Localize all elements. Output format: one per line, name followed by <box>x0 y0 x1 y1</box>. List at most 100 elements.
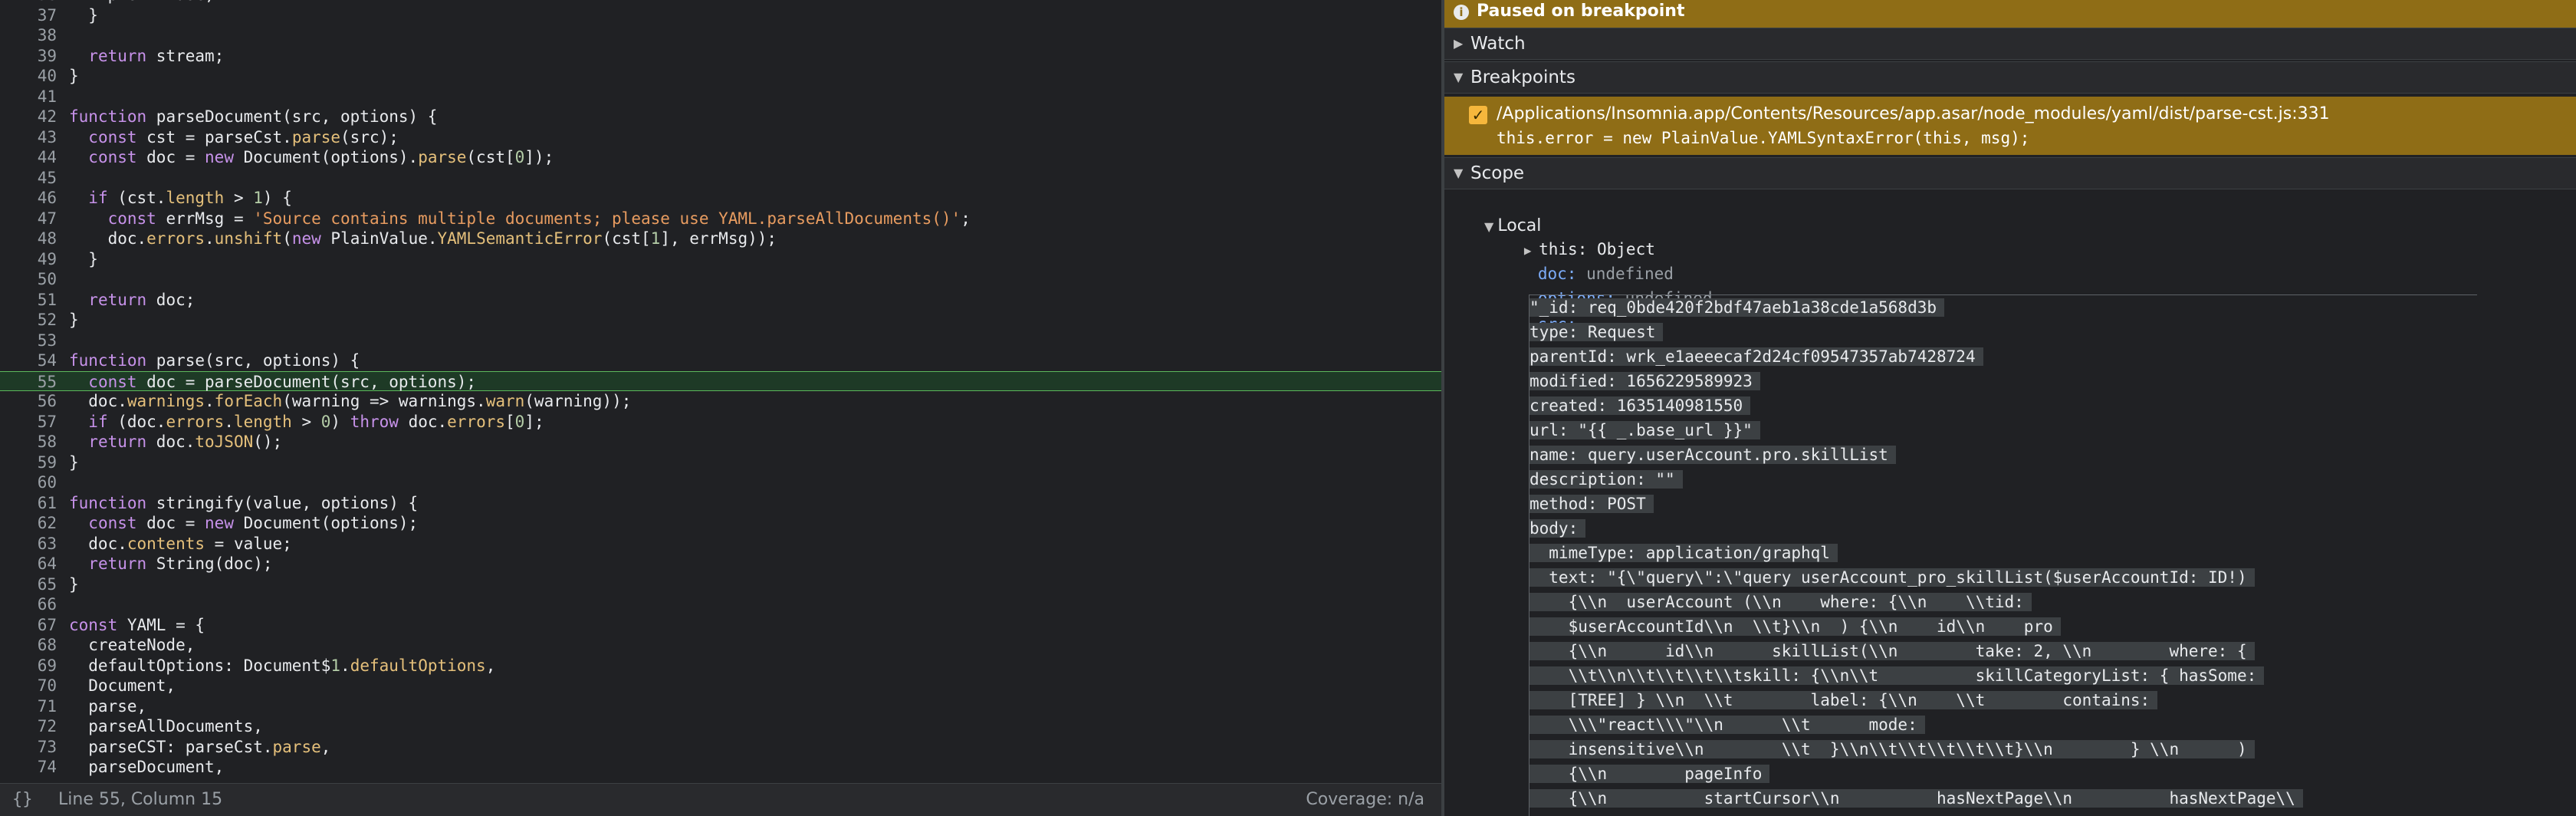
code-line[interactable]: 73 parseCST: parseCst.parse, <box>0 737 1441 758</box>
line-number[interactable]: 46 <box>0 188 57 209</box>
line-number[interactable]: 47 <box>0 209 57 229</box>
breakpoint-location[interactable]: /Applications/Insomnia.app/Contents/Reso… <box>1497 104 2330 123</box>
code-line[interactable]: 40} <box>0 66 1441 87</box>
line-number[interactable]: 37 <box>0 5 57 26</box>
line-number[interactable]: 50 <box>0 269 57 290</box>
line-number[interactable]: 65 <box>0 574 57 595</box>
code-line[interactable]: 66 <box>0 594 1441 615</box>
line-number[interactable]: 38 <box>0 25 57 46</box>
line-number[interactable]: 41 <box>0 87 57 107</box>
code-line[interactable]: 52} <box>0 310 1441 331</box>
code-text: function parse(src, options) { <box>69 351 360 370</box>
line-number[interactable]: 52 <box>0 310 57 331</box>
line-number[interactable]: 66 <box>0 594 57 615</box>
line-number[interactable]: 64 <box>0 554 57 574</box>
line-number[interactable]: 45 <box>0 168 57 189</box>
code-line[interactable]: 70 Document, <box>0 676 1441 696</box>
code-line[interactable]: 57 if (doc.errors.length > 0) throw doc.… <box>0 412 1441 433</box>
line-number[interactable]: 56 <box>0 391 57 412</box>
line-number[interactable]: 59 <box>0 452 57 473</box>
line-number[interactable]: 70 <box>0 676 57 696</box>
code-line[interactable]: 60 <box>0 472 1441 493</box>
code-line[interactable]: 47 const errMsg = 'Source contains multi… <box>0 209 1441 229</box>
code-text: doc.warnings.forEach(warning => warnings… <box>69 392 632 410</box>
code-line[interactable]: 58 return doc.toJSON(); <box>0 432 1441 452</box>
line-number[interactable]: 53 <box>0 331 57 351</box>
line-number[interactable]: 55 <box>0 372 57 393</box>
source-editor[interactable]: 36 prev = doc;37 }3839 return stream;40}… <box>0 0 1441 816</box>
line-number[interactable]: 62 <box>0 513 57 534</box>
code-line[interactable]: 53 <box>0 331 1441 351</box>
current-execution-line[interactable]: 55 const doc = parseDocument(src, option… <box>0 370 1441 393</box>
code-line[interactable]: 41 <box>0 87 1441 107</box>
line-number[interactable]: 44 <box>0 147 57 168</box>
line-number[interactable]: 40 <box>0 66 57 87</box>
src-value-line: created: 1635140981550 <box>1530 395 1751 416</box>
line-number[interactable]: 58 <box>0 432 57 452</box>
line-number[interactable]: 54 <box>0 350 57 371</box>
line-number[interactable]: 51 <box>0 290 57 311</box>
code-line[interactable]: 46 if (cst.length > 1) { <box>0 188 1441 209</box>
src-value-line: [TREE] } \\n \\t label: {\\n \\t contain… <box>1530 689 2158 711</box>
code-line[interactable]: 62 const doc = new Document(options); <box>0 513 1441 534</box>
breakpoints-section-header[interactable]: ▼ Breakpoints <box>1444 61 2576 94</box>
pretty-print-icon[interactable]: {} <box>12 790 33 809</box>
code-line[interactable]: 56 doc.warnings.forEach(warning => warni… <box>0 391 1441 412</box>
line-number[interactable]: 68 <box>0 635 57 656</box>
code-line[interactable]: 74 parseDocument, <box>0 757 1441 778</box>
line-number[interactable]: 69 <box>0 656 57 676</box>
code-text: const YAML = { <box>69 615 205 634</box>
line-number[interactable]: 74 <box>0 757 57 778</box>
code-line[interactable]: 38 <box>0 25 1441 46</box>
line-number[interactable]: 73 <box>0 737 57 758</box>
line-number[interactable]: 67 <box>0 615 57 636</box>
coverage-status[interactable]: Coverage: n/a <box>1306 790 1424 809</box>
code-line[interactable]: 44 const doc = new Document(options).par… <box>0 147 1441 168</box>
code-line[interactable]: 64 return String(doc); <box>0 554 1441 574</box>
code-line[interactable]: 59} <box>0 452 1441 473</box>
line-number[interactable]: 63 <box>0 534 57 554</box>
code-line[interactable]: 61 function stringify(value, options) { <box>0 493 1441 514</box>
code-line[interactable]: 50 <box>0 269 1441 290</box>
code-line[interactable]: 39 return stream; <box>0 46 1441 67</box>
code-line[interactable]: 45 <box>0 168 1441 189</box>
code-line[interactable]: 67 const YAML = { <box>0 615 1441 636</box>
line-number[interactable]: 43 <box>0 127 57 148</box>
code-line[interactable]: 54 function parse(src, options) { <box>0 350 1441 371</box>
code-line[interactable]: 72 parseAllDocuments, <box>0 716 1441 737</box>
src-value-line: name: query.userAccount.pro.skillList <box>1530 444 1896 466</box>
breakpoint-checkbox[interactable]: ✓ <box>1469 106 1487 124</box>
scope-section-header[interactable]: ▼ Scope <box>1444 157 2576 189</box>
code-line[interactable]: 37 } <box>0 5 1441 26</box>
cursor-position: Line 55, Column 15 <box>58 790 223 809</box>
line-number[interactable]: 72 <box>0 716 57 737</box>
code-line[interactable]: 43 const cst = parseCst.parse(src); <box>0 127 1441 148</box>
breakpoint-item[interactable]: ✓ /Applications/Insomnia.app/Contents/Re… <box>1444 97 2576 155</box>
code-text: function parseDocument(src, options) { <box>69 107 438 126</box>
src-value-text: {\\n userAccount (\\n where: {\\n \\tid: <box>1530 593 2032 611</box>
src-value-line: {\\n userAccount (\\n where: {\\n \\tid: <box>1530 591 2032 613</box>
line-number[interactable]: 57 <box>0 412 57 433</box>
code-line[interactable]: 51 return doc; <box>0 290 1441 311</box>
code-line[interactable]: 48 doc.errors.unshift(new PlainValue.YAM… <box>0 229 1441 249</box>
src-value-text: {\\n startCursor\\n hasNextPage\\n hasNe… <box>1530 789 2303 808</box>
line-number[interactable]: 60 <box>0 472 57 493</box>
code-line[interactable]: 68 createNode, <box>0 635 1441 656</box>
code-line[interactable]: 42 function parseDocument(src, options) { <box>0 107 1441 127</box>
line-number[interactable]: 71 <box>0 696 57 717</box>
watch-section-header[interactable]: ▶ Watch <box>1444 28 2576 60</box>
code-line[interactable]: 71 parse, <box>0 696 1441 717</box>
code-line[interactable]: 69 defaultOptions: Document$1.defaultOpt… <box>0 656 1441 676</box>
line-number[interactable]: 48 <box>0 229 57 249</box>
code-line[interactable]: 49 } <box>0 249 1441 270</box>
line-number[interactable]: 61 <box>0 493 57 514</box>
line-number[interactable]: 39 <box>0 46 57 67</box>
src-value-text: $userAccountId\\n \\t}\\n ) {\\n id\\n p… <box>1530 617 2061 636</box>
src-value-line: {\\n pageInfo <box>1530 763 1770 785</box>
scope-tree: ▼ Local ▶ this: Object doc: undefined op… <box>1444 192 2576 816</box>
line-number[interactable]: 49 <box>0 249 57 270</box>
code-line[interactable]: 63 doc.contents = value; <box>0 534 1441 554</box>
code-line[interactable]: 65} <box>0 574 1441 595</box>
line-number[interactable]: 42 <box>0 107 57 127</box>
code-text: } <box>69 452 79 472</box>
